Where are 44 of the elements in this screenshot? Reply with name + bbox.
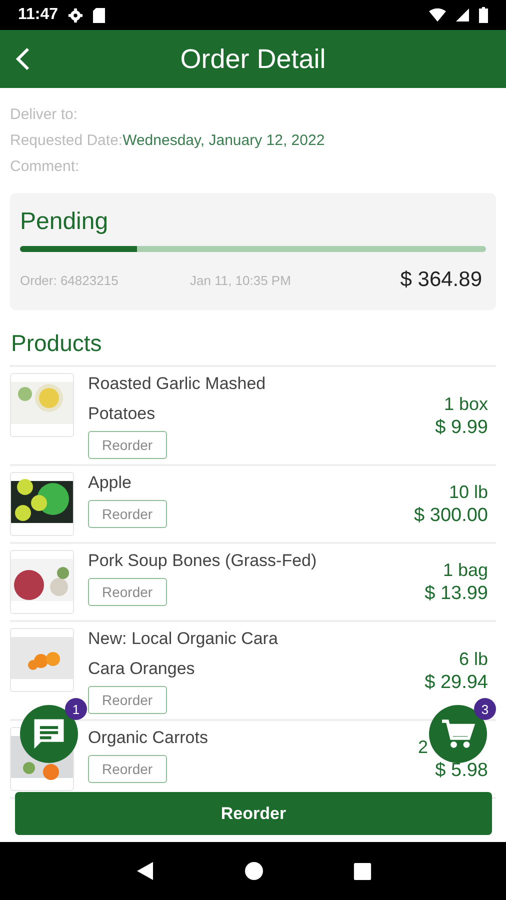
reorder-item-button[interactable]: Reorder	[88, 755, 167, 783]
status-time: 11:47	[18, 6, 58, 24]
recents-nav-icon[interactable]	[352, 862, 372, 880]
product-name: Roasted Garlic Mashed Potatoes	[88, 373, 267, 425]
back-icon[interactable]	[16, 47, 30, 71]
message-icon	[32, 717, 66, 751]
product-price: $ 5.98	[435, 759, 488, 782]
notification-badge: 1	[65, 698, 87, 720]
section-title: Products	[11, 330, 103, 357]
cart-icon	[441, 718, 475, 750]
reorder-item-button[interactable]: Reorder	[88, 500, 167, 528]
product-name: Pork Soup Bones (Grass-Fed)	[88, 550, 317, 572]
order-date: Jan 11, 10:35 PM	[190, 272, 292, 288]
product-price: $ 9.99	[435, 416, 488, 438]
sd-card-icon	[93, 8, 106, 22]
cart-badge: 3	[474, 698, 496, 720]
product-quantity: 1 bag	[442, 559, 488, 582]
product-name: Organic Carrots	[88, 727, 208, 749]
product-quantity: 10 lb	[448, 481, 488, 504]
reorder-item-button[interactable]: Reorder	[88, 686, 167, 714]
home-nav-icon[interactable]	[244, 861, 264, 881]
order-status: Pending	[20, 208, 110, 236]
product-quantity: 1 box	[444, 392, 488, 416]
reorder-button[interactable]: Reorder	[15, 792, 492, 835]
product-price: $ 13.99	[424, 582, 488, 605]
product-name: New: Local Organic Cara Cara Oranges	[88, 628, 279, 680]
info-line: Deliver to:	[10, 105, 79, 125]
wifi-icon	[429, 8, 446, 22]
product-price: $ 300.00	[414, 504, 488, 527]
product-price: $ 29.94	[424, 670, 488, 694]
battery-icon	[479, 7, 488, 23]
info-line: Requested Date:Wednesday, January 12, 2022	[10, 131, 326, 151]
reorder-item-button[interactable]: Reorder	[88, 578, 167, 606]
gear-icon	[68, 8, 84, 22]
back-nav-icon[interactable]	[134, 861, 154, 881]
reorder-item-button[interactable]: Reorder	[88, 431, 167, 459]
page-title: Order Detail	[180, 44, 326, 74]
product-quantity: 2	[418, 736, 428, 759]
product-name: Apple	[88, 472, 132, 494]
order-number: Order: 64823215	[20, 272, 120, 288]
order-total: $ 364.89	[400, 268, 483, 292]
signal-icon	[456, 8, 469, 22]
product-quantity: 6 lb	[458, 648, 488, 670]
info-line: Comment:	[10, 157, 80, 177]
